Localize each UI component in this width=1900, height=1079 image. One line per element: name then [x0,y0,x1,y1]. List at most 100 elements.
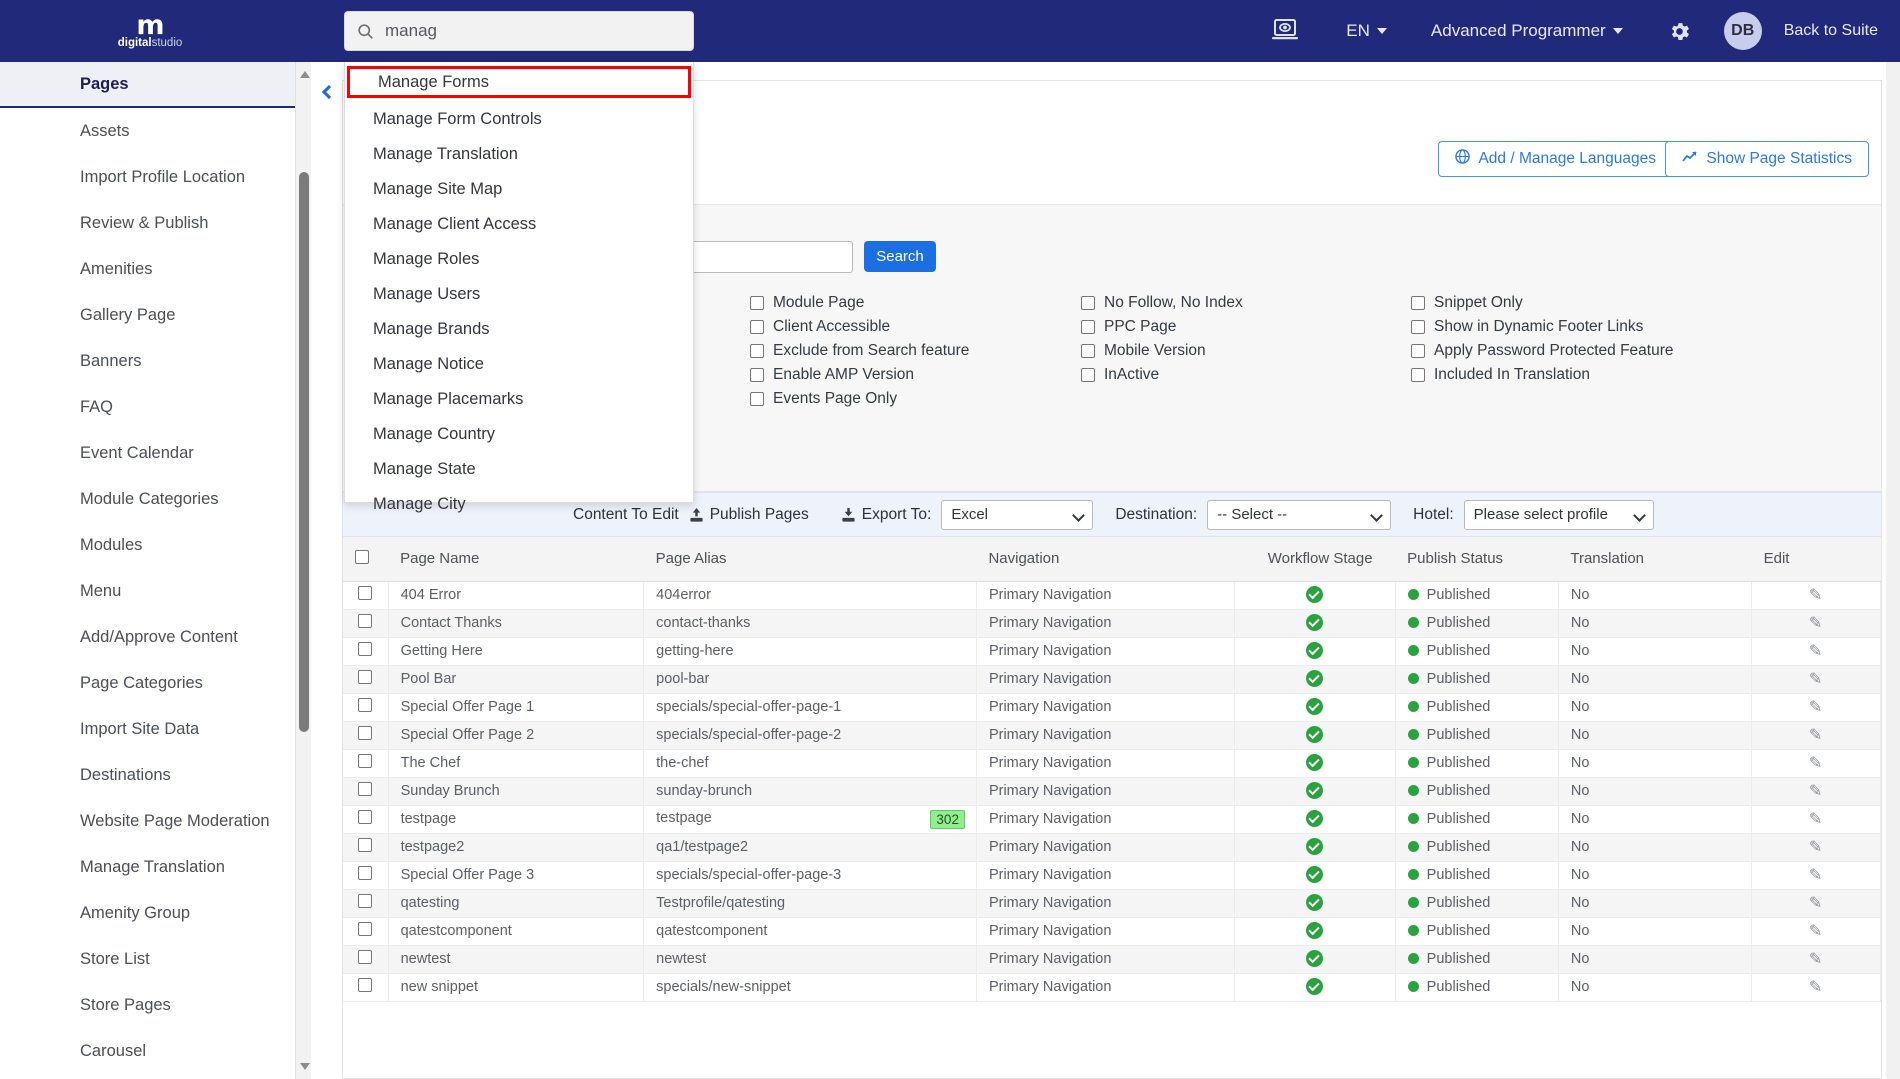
filter-checkbox-inactive[interactable]: InActive [1081,363,1243,387]
sidebar-item-amenities[interactable]: Amenities [0,246,295,292]
destination-select[interactable]: -- Select -- [1207,499,1392,530]
row-select-cell[interactable] [343,889,389,918]
row-checkbox[interactable] [357,866,372,880]
row-checkbox[interactable] [357,978,372,992]
user-role-menu[interactable]: Advanced Programmer [1431,21,1623,41]
suggestion-item-manage-country[interactable]: Manage Country [345,417,693,452]
avatar[interactable]: DB [1723,12,1762,50]
table-row[interactable]: Special Offer Page 1 specials/special-off… [343,693,1881,722]
edit-icon[interactable]: ✎ [1809,979,1822,996]
language-selector[interactable]: EN [1346,21,1387,41]
sidebar-item-pages[interactable]: Pages [0,62,295,108]
show-page-statistics-button[interactable]: Show Page Statistics [1665,141,1869,177]
suggestion-item-manage-site-map[interactable]: Manage Site Map [345,172,693,207]
checkbox-box[interactable] [750,344,764,358]
row-checkbox[interactable] [357,838,372,852]
checkbox-box[interactable] [1411,320,1425,334]
sidebar-item-gallery-page[interactable]: Gallery Page [0,292,295,338]
edit-icon[interactable]: ✎ [1809,671,1822,688]
sidebar-item-store-list[interactable]: Store List [0,936,295,982]
checkbox-box[interactable] [750,296,764,310]
suggestion-item-manage-users[interactable]: Manage Users [345,277,693,312]
sidebar-item-import-site-data[interactable]: Import Site Data [0,706,295,752]
hotel-select[interactable]: Please select profile [1463,499,1654,530]
checkbox-box[interactable] [750,368,764,382]
row-select-cell[interactable] [343,777,389,806]
sidebar-item-website-page-moderation[interactable]: Website Page Moderation [0,798,295,844]
suggestion-item-manage-state[interactable]: Manage State [345,452,693,487]
row-select-cell[interactable] [343,581,389,610]
edit-icon[interactable]: ✎ [1809,587,1822,604]
cell-edit[interactable]: ✎ [1751,721,1881,750]
brand-logo[interactable]: m digitalstudio [0,0,300,62]
filter-checkbox-ppc-page[interactable]: PPC Page [1081,315,1243,339]
suggestion-item-manage-form-controls[interactable]: Manage Form Controls [345,102,693,137]
edit-icon[interactable]: ✎ [1809,783,1822,800]
checkbox-box[interactable] [1081,320,1095,334]
col-header-publish[interactable]: Publish Status [1395,537,1559,582]
cell-edit[interactable]: ✎ [1751,833,1881,862]
sidebar-item-store-pages[interactable]: Store Pages [0,982,295,1028]
table-row[interactable]: qatestcomponent qatestcomponent Primary Na… [343,917,1881,946]
edit-icon[interactable]: ✎ [1809,923,1822,940]
table-row[interactable]: testpage testpage 302 Primary Navigation Pub… [343,805,1881,834]
row-select-cell[interactable] [343,637,389,666]
row-checkbox[interactable] [357,810,372,824]
cell-edit[interactable]: ✎ [1751,889,1881,918]
row-checkbox[interactable] [357,754,372,768]
filter-checkbox-client-accessible[interactable]: Client Accessible [750,315,969,339]
row-select-cell[interactable] [343,749,389,778]
row-checkbox[interactable] [357,894,372,908]
scroll-down-arrow-icon[interactable] [299,1063,310,1070]
filter-checkbox-enable-amp-version[interactable]: Enable AMP Version [750,363,969,387]
table-row[interactable]: The Chef the-chef Primary Navigation Publis… [343,749,1881,778]
filter-checkbox-no-follow-no-index[interactable]: No Follow, No Index [1081,291,1243,315]
cell-edit[interactable]: ✎ [1751,581,1881,610]
sidebar-item-module-categories[interactable]: Module Categories [0,476,295,522]
checkbox-box[interactable] [750,320,764,334]
filter-checkbox-apply-password-protected-feature[interactable]: Apply Password Protected Feature [1411,339,1674,363]
table-row[interactable]: newtest newtest Primary Navigation Publishe… [343,945,1881,974]
checkbox-box[interactable] [1411,368,1425,382]
filter-checkbox-module-page[interactable]: Module Page [750,291,969,315]
row-checkbox[interactable] [357,614,372,628]
sidebar-item-banners[interactable]: Banners [0,338,295,384]
cell-edit[interactable]: ✎ [1751,609,1881,638]
table-row[interactable]: Contact Thanks contact-thanks Primary Navi… [343,609,1881,638]
checkbox-box[interactable] [1411,296,1425,310]
row-select-cell[interactable] [343,721,389,750]
cell-edit[interactable]: ✎ [1751,917,1881,946]
edit-icon[interactable]: ✎ [1809,811,1822,828]
row-select-cell[interactable] [343,833,389,862]
row-select-cell[interactable] [343,917,389,946]
export-format-select-wrap[interactable]: Excel [941,499,1094,530]
table-row[interactable]: Special Offer Page 3 specials/special-off… [343,861,1881,890]
suggestion-item-manage-notice[interactable]: Manage Notice [345,347,693,382]
row-checkbox[interactable] [357,782,372,796]
filter-checkbox-show-in-dynamic-footer-links[interactable]: Show in Dynamic Footer Links [1411,315,1674,339]
row-checkbox[interactable] [357,698,372,712]
cell-edit[interactable]: ✎ [1751,693,1881,722]
sidebar-item-import-profile-location[interactable]: Import Profile Location [0,154,295,200]
edit-icon[interactable]: ✎ [1809,615,1822,632]
edit-icon[interactable]: ✎ [1809,951,1822,968]
row-checkbox[interactable] [357,670,372,684]
sidebar-item-protected-p[interactable]: Protected P [0,1074,295,1079]
row-select-cell[interactable] [343,693,389,722]
sidebar-scrollbar[interactable] [295,62,311,1079]
checkbox-box[interactable] [1081,296,1095,310]
row-select-cell[interactable] [343,945,389,974]
suggestion-item-manage-forms[interactable]: Manage Forms [347,66,691,98]
select-all-checkbox[interactable] [355,549,369,564]
suggestion-item-manage-placemarks[interactable]: Manage Placemarks [345,382,693,417]
row-checkbox[interactable] [357,950,372,964]
suggestion-item-manage-translation[interactable]: Manage Translation [345,137,693,172]
sidebar-item-destinations[interactable]: Destinations [0,752,295,798]
col-header-translation[interactable]: Translation [1558,537,1752,582]
sidebar-item-review-publish[interactable]: Review & Publish [0,200,295,246]
row-select-cell[interactable] [343,609,389,638]
edit-icon[interactable]: ✎ [1809,895,1822,912]
filter-checkbox-events-page-only[interactable]: Events Page Only [750,387,969,411]
table-row[interactable]: new snippet specials/new-snippet Primary N… [343,973,1881,1002]
col-header-page-name[interactable]: Page Name [388,537,644,582]
